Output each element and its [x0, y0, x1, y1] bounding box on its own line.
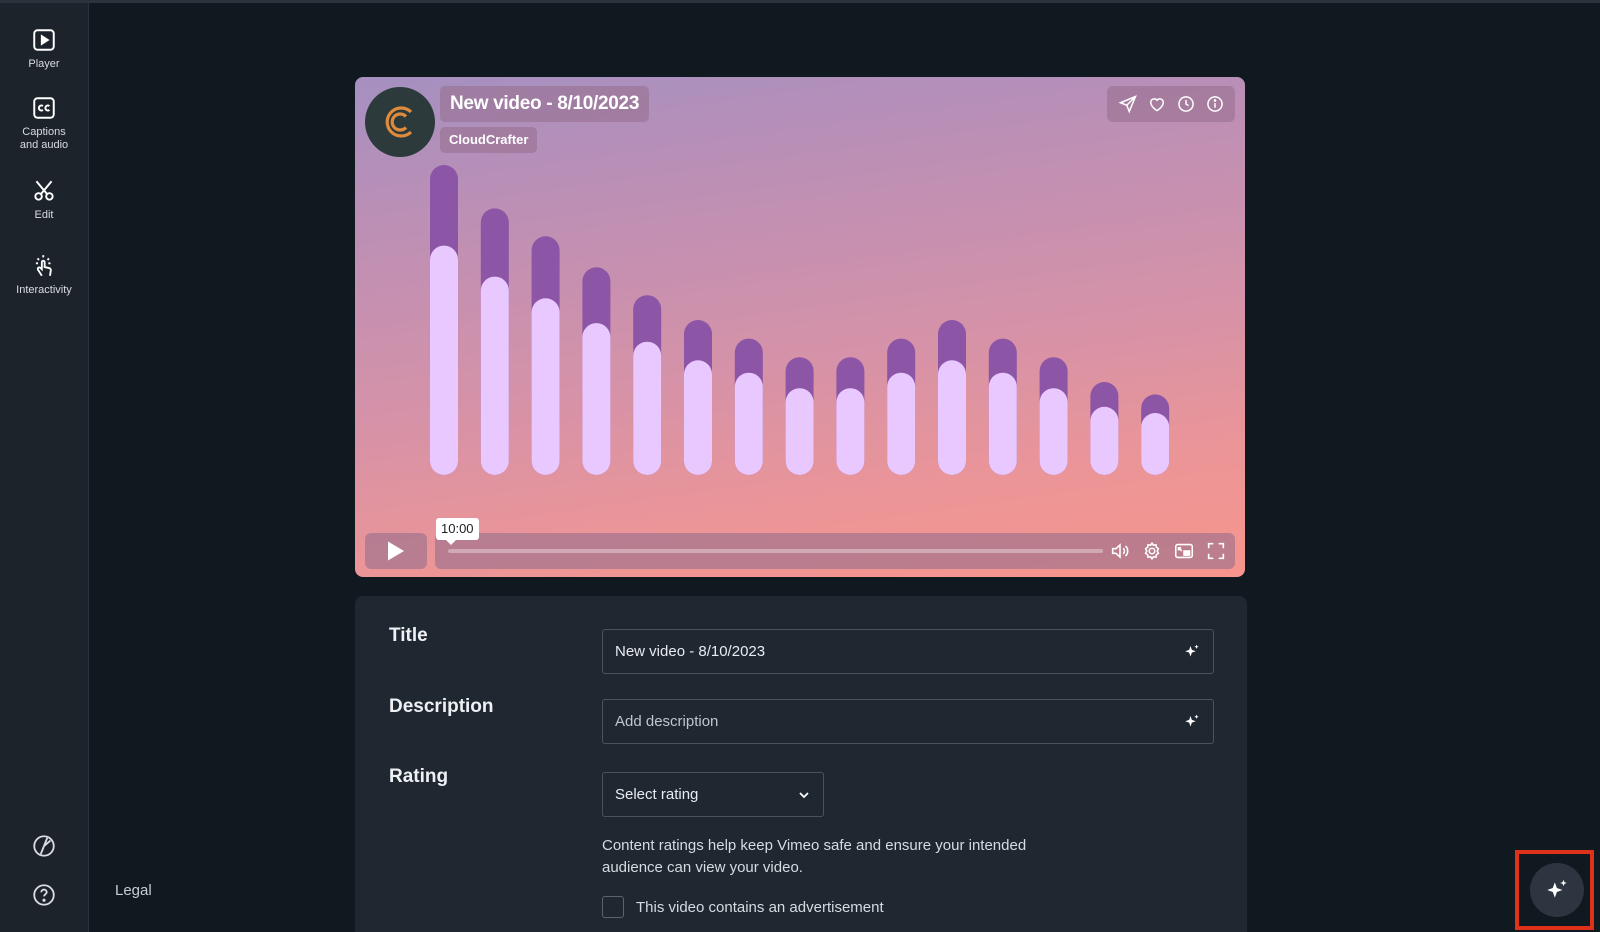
fullscreen-icon[interactable]	[1205, 540, 1227, 562]
audio-bar	[430, 165, 458, 475]
sidebar-item-label: Interactivity	[16, 284, 72, 296]
cloudcrafter-logo-icon	[385, 106, 413, 138]
audio-bar	[1039, 357, 1068, 475]
sidebar-item-label: Captions and audio	[19, 126, 69, 151]
pointer-hand-icon	[35, 255, 52, 277]
rating-select-value: Select rating	[615, 786, 699, 803]
audio-bar-level	[836, 388, 865, 475]
legal-link[interactable]: Legal	[115, 882, 152, 899]
ai-assistant-button[interactable]	[1530, 863, 1584, 917]
volume-icon[interactable]	[1109, 540, 1131, 562]
play-square-icon	[33, 29, 55, 51]
sidebar: Player Captions and audio Edit Interacti…	[0, 3, 89, 932]
info-icon[interactable]	[1205, 94, 1225, 114]
play-icon	[388, 541, 404, 561]
player-action-bar	[1107, 86, 1235, 122]
audio-bar-level	[1039, 388, 1068, 475]
share-icon[interactable]	[1118, 94, 1138, 114]
audio-bar-level	[1141, 413, 1170, 475]
sidebar-item-captions[interactable]: Captions and audio	[0, 95, 88, 152]
help-circle-icon[interactable]	[31, 882, 57, 908]
top-border	[0, 0, 1600, 3]
rating-help-text: Content ratings help keep Vimeo safe and…	[602, 837, 1027, 876]
audio-bar-level	[430, 245, 458, 475]
audio-bar	[531, 236, 560, 475]
audio-bar-level	[785, 388, 814, 475]
title-field-value: New video - 8/10/2023	[615, 643, 766, 660]
picture-in-picture-icon[interactable]	[1173, 540, 1195, 562]
audio-bar	[836, 357, 865, 475]
audio-bar-level	[531, 298, 560, 475]
audio-bar-level	[480, 276, 509, 475]
description-placeholder: Add description	[615, 713, 719, 730]
playback-progress-bar[interactable]	[448, 549, 1103, 553]
player-control-bar	[435, 533, 1235, 569]
video-details-panel: Title New video - 8/10/2023 Description …	[355, 596, 1247, 932]
audio-bar-level	[887, 372, 916, 475]
title-label: Title	[389, 625, 428, 646]
sidebar-item-player[interactable]: Player	[0, 27, 88, 71]
audio-bar-level	[938, 360, 966, 475]
audio-bar	[938, 320, 966, 475]
audio-bar	[734, 338, 763, 475]
audio-bar-level	[988, 372, 1017, 475]
description-label: Description	[389, 696, 494, 717]
channel-name[interactable]: CloudCrafter	[440, 127, 538, 153]
ai-sparkle-icon[interactable]	[1183, 713, 1201, 731]
audio-bar	[887, 338, 916, 475]
audio-bar-level	[1090, 406, 1119, 475]
rating-label: Rating	[389, 766, 449, 787]
advertisement-checkbox[interactable]	[602, 896, 624, 918]
audio-bar-level	[684, 360, 712, 475]
palette-icon[interactable]	[31, 833, 57, 859]
video-player[interactable]: New video - 8/10/2023 CloudCrafter	[355, 77, 1245, 577]
watch-later-icon[interactable]	[1176, 94, 1196, 114]
closed-captions-icon	[33, 97, 55, 119]
audio-bar-level	[582, 323, 611, 475]
settings-icon[interactable]	[1141, 540, 1163, 562]
sidebar-item-interactivity[interactable]: Interactivity	[0, 253, 88, 297]
audio-bar	[988, 338, 1017, 475]
audio-bar	[582, 267, 611, 475]
audio-bar	[684, 320, 712, 475]
description-field[interactable]: Add description	[602, 699, 1214, 744]
ai-sparkle-icon[interactable]	[1183, 643, 1201, 661]
sidebar-item-label: Edit	[34, 209, 54, 221]
audio-bar	[1141, 394, 1170, 475]
scissors-icon	[34, 180, 54, 201]
audio-bar	[633, 295, 662, 475]
audio-bar-level	[633, 341, 662, 475]
chevron-down-icon	[799, 791, 809, 798]
advertisement-checkbox-row: This video contains an advertisement	[602, 896, 884, 918]
audio-bar	[785, 357, 814, 475]
channel-avatar[interactable]	[365, 87, 435, 157]
time-tooltip: 10:00	[436, 518, 479, 545]
sidebar-item-label: Player	[28, 58, 60, 70]
advertisement-checkbox-label[interactable]: This video contains an advertisement	[636, 899, 884, 916]
rating-select[interactable]: Select rating	[602, 772, 824, 817]
title-field[interactable]: New video - 8/10/2023	[602, 629, 1214, 674]
like-icon[interactable]	[1147, 94, 1167, 114]
audio-bar	[480, 208, 509, 475]
video-title[interactable]: New video - 8/10/2023	[440, 86, 650, 122]
sidebar-item-edit[interactable]: Edit	[0, 178, 88, 222]
sparkle-icon	[1547, 879, 1567, 898]
audio-bar	[1090, 382, 1119, 475]
play-button[interactable]	[365, 533, 427, 569]
audio-bar-level	[734, 372, 763, 475]
